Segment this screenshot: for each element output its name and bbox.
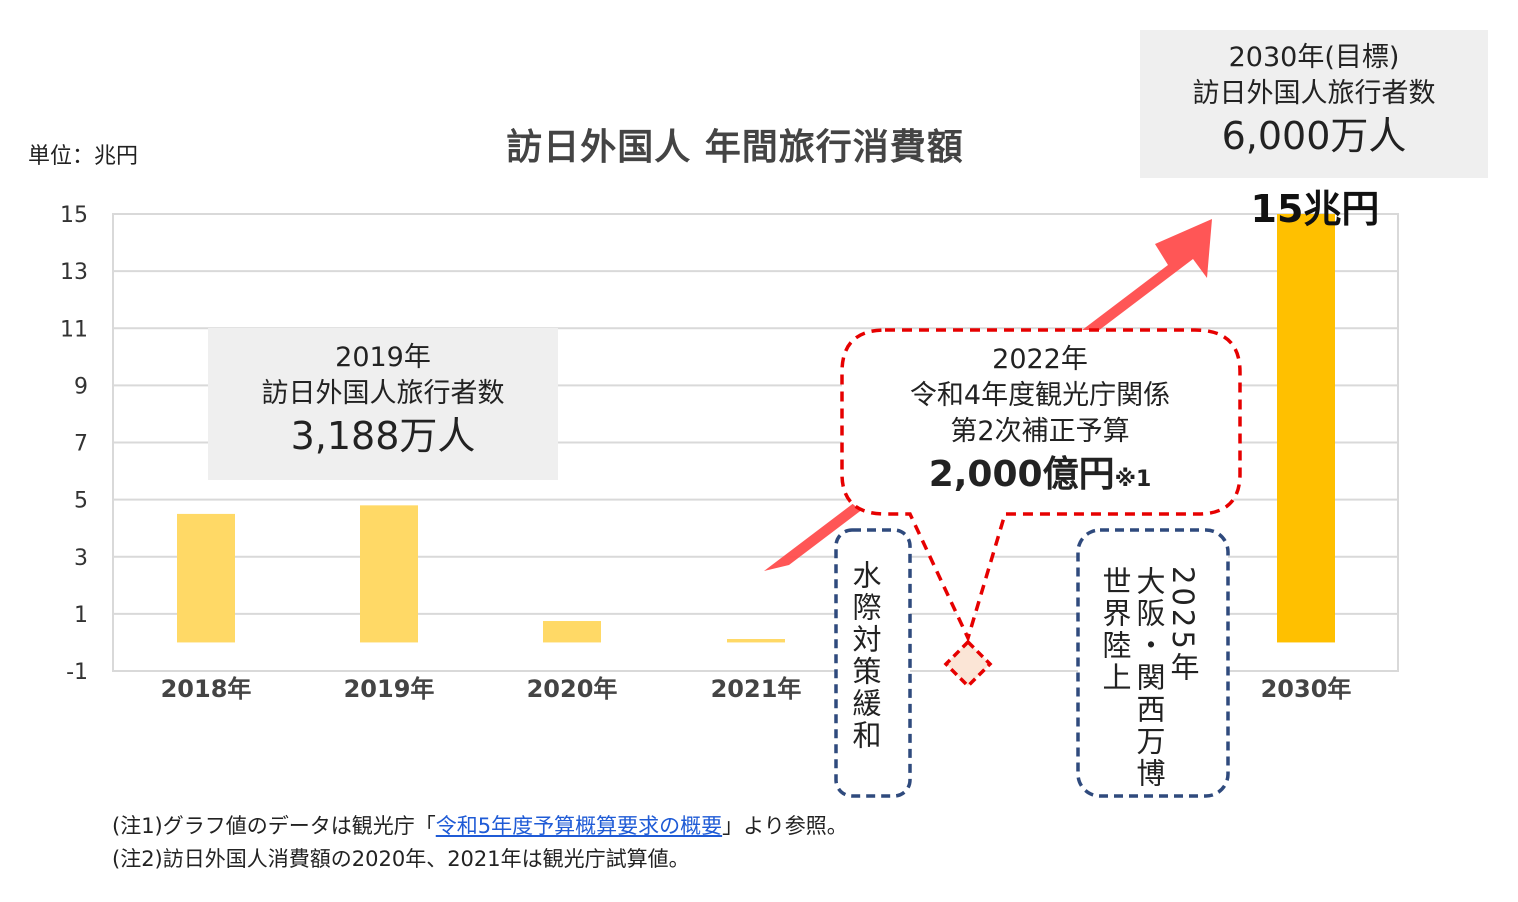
y-tick-label: -1 xyxy=(66,660,88,685)
bar-2018年 xyxy=(177,513,235,643)
budget-line1: 令和4年度観光庁関係 xyxy=(909,380,1171,411)
world-athletics-label: 世界陸上 xyxy=(1098,566,1132,694)
water-easing-label: 水際対策緩和 xyxy=(848,560,882,752)
visitors-2030-year: 2030年(目標) xyxy=(1228,42,1400,73)
footnotes: (注1)グラフ値のデータは観光庁「令和5年度予算概算要求の概要」より参照。 (注… xyxy=(112,810,848,876)
x-tick-label: 2030年 xyxy=(1261,675,1352,703)
expo-label: 2025年 大阪・関西万博 世界陸上 xyxy=(1098,566,1200,790)
y-tick-label: 11 xyxy=(60,317,88,342)
budget-year: 2022年 xyxy=(992,344,1088,375)
y-tick-label: 15 xyxy=(60,203,88,228)
visitors-2019-label: 訪日外国人旅行者数 xyxy=(261,378,505,409)
y-tick-label: 1 xyxy=(74,603,88,628)
visitors-2030-value: 6,000万人 xyxy=(1221,114,1407,158)
budget-line2: 第2次補正予算 xyxy=(950,416,1130,447)
footnote-1-suffix: 」より参照。 xyxy=(722,814,848,838)
bar-2020年 xyxy=(543,621,601,643)
budget-amount: 2,000億円 xyxy=(928,454,1115,495)
y-axis-ticks: 15 13 11 9 7 5 3 1 -1 xyxy=(60,203,88,685)
visitors-2019-value: 3,188万人 xyxy=(290,414,476,458)
y-tick-label: 7 xyxy=(74,432,88,457)
bar-2030年 xyxy=(1277,214,1335,643)
budget-note-mark: ※1 xyxy=(1114,467,1152,492)
budget-summary-link[interactable]: 令和5年度予算概算要求の概要 xyxy=(436,814,722,838)
expo-name: 大阪・関西万博 xyxy=(1132,566,1166,790)
visitors-2030-label: 訪日外国人旅行者数 xyxy=(1192,78,1436,109)
y-tick-label: 3 xyxy=(74,546,88,571)
visitors-2019-box: 2019年 訪日外国人旅行者数 3,188万人 xyxy=(208,328,558,480)
x-tick-label: 2019年 xyxy=(344,675,435,703)
visitors-2019-year: 2019年 xyxy=(335,342,431,373)
footnote-2: (注2)訪日外国人消費額の2020年、2021年は観光庁試算値。 xyxy=(112,847,690,871)
y-tick-label: 5 xyxy=(74,489,88,514)
y-tick-label: 9 xyxy=(74,374,88,399)
expo-year: 2025年 xyxy=(1166,566,1200,684)
visitors-2030-box: 2030年(目標) 訪日外国人旅行者数 6,000万人 xyxy=(1140,30,1488,178)
footnote-1-prefix: (注1)グラフ値のデータは観光庁「 xyxy=(112,814,436,838)
x-tick-label: 2018年 xyxy=(161,675,252,703)
x-tick-label: 2020年 xyxy=(527,675,618,703)
bar-2019年 xyxy=(360,505,418,643)
y-tick-label: 13 xyxy=(60,260,88,285)
data-label-2030: 15兆円 xyxy=(1250,187,1380,231)
budget-callout-text: 2022年 令和4年度観光庁関係 第2次補正予算 2,000億円※1 xyxy=(845,342,1235,503)
footnote-1: (注1)グラフ値のデータは観光庁「令和5年度予算概算要求の概要」より参照。 xyxy=(112,810,848,843)
x-tick-label: 2021年 xyxy=(711,675,802,703)
bar-2021年 xyxy=(727,639,785,643)
